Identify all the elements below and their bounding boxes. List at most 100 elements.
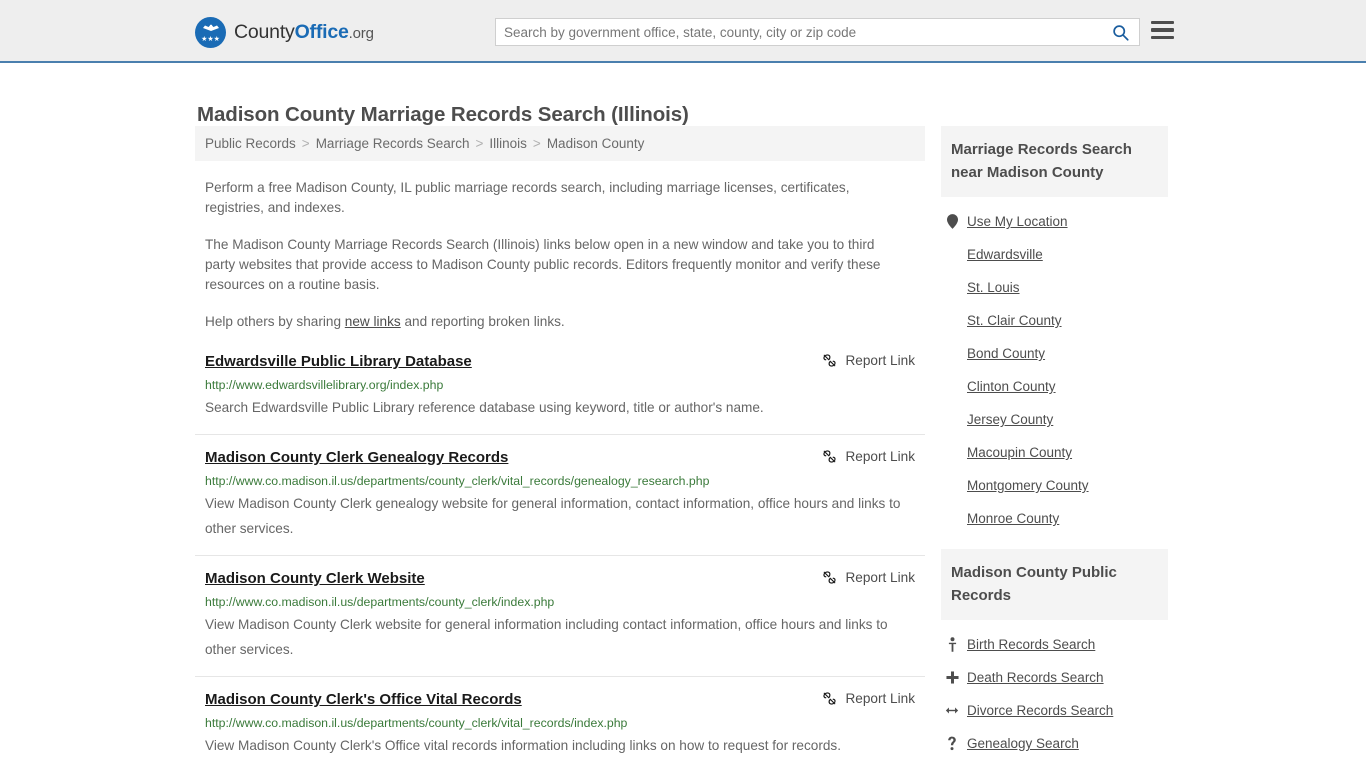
new-links-link[interactable]: new links [345,314,401,329]
eagle-seal-icon: ★★★ [195,17,226,48]
result-url: http://www.co.madison.il.us/departments/… [205,594,915,610]
sidebar-link-label[interactable]: Divorce Records Search [967,703,1113,718]
breadcrumb-separator: > [302,136,310,151]
sidebar-item-death-records-search[interactable]: Death Records Search [941,661,1168,694]
sidebar-link-label[interactable]: Death Records Search [967,670,1104,685]
sidebar-item-macoupin-county[interactable]: Macoupin County [941,436,1168,469]
sidebar: Marriage Records Search near Madison Cou… [941,126,1168,768]
result-title-link[interactable]: Madison County Clerk Genealogy Records [205,448,508,468]
broken-link-icon [822,353,837,368]
eagle-glyph [200,23,222,34]
result-item: Madison County Clerk Website Report Link… [195,569,925,677]
sidebar-link-label[interactable]: St. Louis [967,280,1020,295]
sidebar-link-label[interactable]: St. Clair County [967,313,1062,328]
breadcrumb-separator: > [476,136,484,151]
sidebar-link-label[interactable]: Use My Location [967,214,1068,229]
search-input[interactable] [496,19,1108,45]
sidebar-item-jersey-county[interactable]: Jersey County [941,403,1168,436]
sidebar-nearby-list: Use My Location Edwardsville St. Louis S… [941,197,1168,535]
logo-text: CountyOffice.org [234,21,374,44]
result-url: http://www.co.madison.il.us/departments/… [205,715,915,731]
double-arrow-icon [945,705,959,716]
report-link-label: Report Link [845,570,915,585]
map-pin-icon [945,214,959,229]
question-mark-icon [945,736,959,751]
result-url: http://www.co.madison.il.us/departments/… [205,473,915,489]
intro-paragraph-2: The Madison County Marriage Records Sear… [205,235,905,295]
intro-paragraph-1: Perform a free Madison County, IL public… [205,178,905,218]
sidebar-item-clinton-county[interactable]: Clinton County [941,370,1168,403]
site-header: ★★★ CountyOffice.org [0,0,1366,63]
breadcrumb-item-illinois[interactable]: Illinois [489,136,527,151]
breadcrumb-separator: > [533,136,541,151]
result-title-link[interactable]: Edwardsville Public Library Database [205,352,472,372]
broken-link-icon [822,449,837,464]
result-url: http://www.edwardsvillelibrary.org/index… [205,377,915,393]
result-title-link[interactable]: Madison County Clerk's Office Vital Reco… [205,690,522,710]
cross-icon [945,671,959,684]
result-header: Madison County Clerk Genealogy Records R… [205,448,915,468]
sidebar-heading-public-records: Madison County Public Records [941,549,1168,620]
hamburger-menu-icon[interactable] [1151,21,1174,39]
sidebar-item-st-clair-county[interactable]: St. Clair County [941,304,1168,337]
baby-icon [945,637,959,652]
intro-section: Perform a free Madison County, IL public… [195,178,925,332]
result-header: Madison County Clerk's Office Vital Reco… [205,690,915,710]
search-icon [1112,24,1129,41]
sidebar-link-label[interactable]: Montgomery County [967,478,1089,493]
hamburger-bar-3 [1151,36,1174,39]
hamburger-bar-1 [1151,21,1174,24]
report-link-button[interactable]: Report Link [822,448,915,464]
sidebar-heading-nearby: Marriage Records Search near Madison Cou… [941,126,1168,197]
stars-glyph: ★★★ [201,36,220,43]
sidebar-link-label[interactable]: Monroe County [967,511,1059,526]
search-button[interactable] [1108,24,1139,41]
sidebar-item-birth-records-search[interactable]: Birth Records Search [941,628,1168,661]
logo-text-org: .org [349,25,374,42]
sidebar-item-divorce-records-search[interactable]: Divorce Records Search [941,694,1168,727]
result-description: View Madison County Clerk genealogy webs… [205,491,905,541]
result-title-link[interactable]: Madison County Clerk Website [205,569,425,589]
logo-text-office: Office [295,21,349,43]
result-header: Madison County Clerk Website Report Link [205,569,915,589]
sidebar-item-montgomery-county[interactable]: Montgomery County [941,469,1168,502]
logo-text-county: County [234,21,295,43]
result-item: Madison County Clerk Genealogy Records R… [195,448,925,556]
sidebar-block-public-records: Madison County Public Records Birth Reco… [941,549,1168,760]
result-description: Search Edwardsville Public Library refer… [205,395,905,420]
result-item: Edwardsville Public Library Database Rep… [195,352,925,435]
report-link-button[interactable]: Report Link [822,569,915,585]
broken-link-icon [822,570,837,585]
broken-link-icon [822,691,837,706]
sidebar-item-st-louis[interactable]: St. Louis [941,271,1168,304]
sidebar-item-edwardsville[interactable]: Edwardsville [941,238,1168,271]
intro-paragraph-3-before: Help others by sharing [205,314,345,329]
sidebar-item-use-my-location[interactable]: Use My Location [941,205,1168,238]
report-link-button[interactable]: Report Link [822,690,915,706]
sidebar-block-nearby: Marriage Records Search near Madison Cou… [941,126,1168,535]
sidebar-item-bond-county[interactable]: Bond County [941,337,1168,370]
result-description: View Madison County Clerk website for ge… [205,612,905,662]
main-content: Public Records > Marriage Records Search… [195,126,925,768]
sidebar-item-monroe-county[interactable]: Monroe County [941,502,1168,535]
sidebar-item-genealogy-search[interactable]: Genealogy Search [941,727,1168,760]
sidebar-link-label[interactable]: Genealogy Search [967,736,1079,751]
report-link-label: Report Link [845,449,915,464]
breadcrumb-item-public-records[interactable]: Public Records [205,136,296,151]
site-logo[interactable]: ★★★ CountyOffice.org [195,17,374,48]
report-link-label: Report Link [845,691,915,706]
sidebar-link-label[interactable]: Clinton County [967,379,1056,394]
sidebar-link-label[interactable]: Bond County [967,346,1045,361]
report-link-label: Report Link [845,353,915,368]
result-description: View Madison County Clerk's Office vital… [205,733,905,758]
search-bar[interactable] [495,18,1140,46]
breadcrumb-item-marriage-records-search[interactable]: Marriage Records Search [316,136,470,151]
intro-paragraph-3: Help others by sharing new links and rep… [205,312,905,332]
sidebar-link-label[interactable]: Jersey County [967,412,1053,427]
sidebar-link-label[interactable]: Birth Records Search [967,637,1095,652]
sidebar-link-label[interactable]: Macoupin County [967,445,1072,460]
breadcrumb-item-madison-county[interactable]: Madison County [547,136,645,151]
breadcrumb: Public Records > Marriage Records Search… [195,126,925,161]
sidebar-link-label[interactable]: Edwardsville [967,247,1043,262]
report-link-button[interactable]: Report Link [822,352,915,368]
